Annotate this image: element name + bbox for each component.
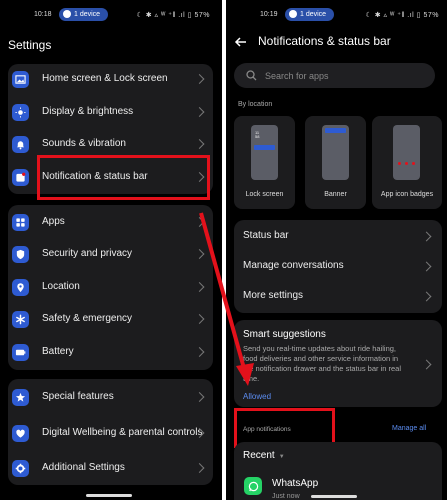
star-icon: [12, 388, 29, 406]
settings-item-label: Home screen & Lock screen: [42, 73, 168, 84]
settings-item-location[interactable]: Location: [8, 272, 213, 302]
settings-item-apps[interactable]: Apps: [8, 207, 213, 237]
device-pill[interactable]: 1 device: [285, 8, 334, 21]
settings-item-label: Safety & emergency: [42, 313, 133, 324]
settings-item-label: Security and privacy: [42, 248, 133, 259]
settings-item-display[interactable]: Display & brightness: [8, 97, 213, 127]
app-sub: Just now: [272, 493, 300, 500]
wellbeing-icon: [12, 424, 29, 442]
page-title: Notifications & status bar: [258, 34, 391, 48]
tile-label: Lock screen: [245, 191, 284, 198]
home-indicator[interactable]: [311, 495, 357, 498]
status-time: 10:19: [260, 11, 278, 18]
settings-group-2: Apps Security and privacy Location Safet…: [8, 205, 213, 370]
settings-item-security[interactable]: Security and privacy: [8, 239, 213, 269]
section-label-app-notifications: App notifications: [243, 426, 291, 433]
status-icons: ☾ ✱ ▵ ᵂ ⁺‖ .ıl ▯ 57%: [136, 12, 210, 19]
settings-group: Status bar Manage conversations More set…: [234, 220, 442, 313]
chevron-right-icon: [421, 261, 432, 272]
status-bar: 10:19 1 device ☾ ✱ ▵ ᵂ ⁺‖ .ıl ▯ 57%: [226, 8, 447, 22]
settings-item-digital-wellbeing[interactable]: Digital Wellbeing & parental controls: [8, 417, 213, 449]
notification-icon: [12, 168, 29, 186]
phone-preview: 11 58: [251, 125, 278, 180]
tile-banner[interactable]: Banner: [305, 116, 366, 209]
shield-icon: [12, 245, 29, 263]
row-manage-conversations[interactable]: Manage conversations: [243, 260, 344, 271]
status-icons: ☾ ✱ ▵ ᵂ ⁺‖ .ıl ▯ 57%: [365, 12, 439, 19]
chevron-right-icon: [421, 231, 432, 242]
bell-icon: [12, 135, 29, 153]
image-icon: [12, 70, 29, 88]
smart-suggestions-status: Allowed: [243, 392, 272, 401]
manage-all-link[interactable]: Manage all: [392, 425, 426, 432]
settings-group-3: Special features Digital Wellbeing & par…: [8, 379, 213, 485]
search-placeholder: Search for apps: [265, 70, 329, 81]
settings-item-label: Location: [42, 281, 80, 292]
device-icon: [63, 10, 71, 18]
sun-icon: [12, 103, 29, 121]
whatsapp-icon: [244, 477, 262, 495]
settings-item-special-features[interactable]: Special features: [8, 382, 213, 412]
settings-item-label: Additional Settings: [42, 462, 125, 473]
settings-item-label: Sounds & vibration: [42, 138, 126, 149]
phone-preview: [322, 125, 349, 180]
section-label-by-location: By location: [238, 101, 273, 108]
smart-suggestions-card[interactable]: Smart suggestions Send you real-time upd…: [234, 320, 442, 407]
home-indicator[interactable]: [86, 494, 132, 497]
apps-grid-icon: [12, 213, 29, 231]
settings-item-label: Apps: [42, 216, 65, 227]
tile-label: App icon badges: [380, 191, 434, 198]
app-list-card: Recent ▼ WhatsApp Just now: [234, 442, 442, 500]
highlight-box: [37, 155, 210, 200]
settings-item-label: Display & brightness: [42, 106, 134, 117]
chevron-right-icon: [421, 359, 432, 370]
settings-item-safety[interactable]: Safety & emergency: [8, 304, 213, 334]
settings-item-label: Digital Wellbeing & parental controls: [42, 427, 203, 438]
search-icon: [246, 70, 257, 81]
location-pin-icon: [12, 278, 29, 296]
settings-item-label: Special features: [42, 391, 114, 402]
asterisk-icon: [12, 310, 29, 328]
tile-label: Banner: [324, 191, 347, 198]
settings-item-home-screen[interactable]: Home screen & Lock screen: [8, 64, 213, 94]
app-name: WhatsApp: [272, 478, 319, 489]
smart-suggestions-desc: Send you real-time updates about ride ha…: [243, 344, 402, 383]
search-input[interactable]: Search for apps: [234, 63, 435, 88]
battery-icon: [12, 343, 29, 361]
status-bar: 10:18 1 device ☾ ✱ ▵ ᵂ ⁺‖ .ıl ▯ 57%: [0, 8, 222, 22]
settings-item-additional[interactable]: Additional Settings: [8, 453, 213, 483]
page-title: Settings: [8, 38, 52, 52]
gear-icon: [12, 459, 29, 477]
row-more-settings[interactable]: More settings: [243, 290, 303, 301]
back-arrow-icon[interactable]: [234, 35, 248, 49]
status-time: 10:18: [34, 11, 52, 18]
settings-item-battery[interactable]: Battery: [8, 337, 213, 367]
chevron-right-icon: [421, 291, 432, 302]
recent-filter[interactable]: Recent ▼: [243, 450, 285, 461]
device-icon: [289, 10, 297, 18]
row-status-bar[interactable]: Status bar: [243, 230, 289, 241]
device-pill[interactable]: 1 device: [59, 8, 108, 21]
phone-preview: [393, 125, 420, 180]
notifications-screen: 10:19 1 device ☾ ✱ ▵ ᵂ ⁺‖ .ıl ▯ 57% Noti…: [226, 0, 447, 500]
tile-lock-screen[interactable]: 11 58 Lock screen: [234, 116, 295, 209]
settings-screen: 10:18 1 device ☾ ✱ ▵ ᵂ ⁺‖ .ıl ▯ 57% Sett…: [0, 0, 222, 500]
settings-item-label: Battery: [42, 346, 74, 357]
caret-down-icon: ▼: [278, 454, 285, 460]
smart-suggestions-title: Smart suggestions: [243, 329, 326, 340]
tile-app-icon-badges[interactable]: App icon badges: [372, 116, 442, 209]
